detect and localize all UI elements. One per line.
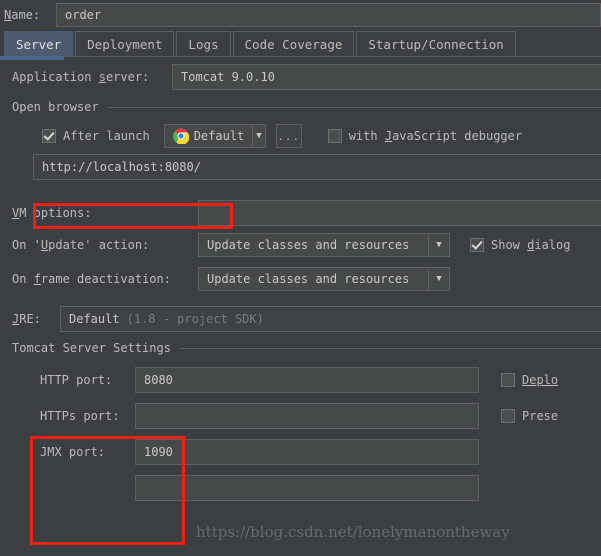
on-frame-deactivation-value: Update classes and resources [207, 272, 410, 286]
name-row: Name: order [0, 0, 601, 30]
on-frame-deactivation-select[interactable]: Update classes and resources ▼ [198, 267, 450, 291]
after-launch-row: After launch Default ▼ ... with JavaScri… [0, 120, 601, 152]
name-label: Name: [4, 8, 41, 22]
tomcat-settings-section: Tomcat Server Settings [0, 334, 601, 362]
jmx-port-input[interactable]: 1090 [135, 439, 479, 465]
tab-bar-divider [64, 56, 601, 57]
tab-active-accent [0, 56, 64, 60]
application-server-row: Application server: Tomcat 9.0.10 [0, 60, 601, 94]
open-browser-section-line [106, 106, 601, 108]
on-frame-deactivation-row: On frame deactivation: Update classes an… [0, 262, 601, 296]
on-update-value: Update classes and resources [207, 238, 410, 252]
chevron-down-icon-on-update[interactable]: ▼ [428, 234, 449, 256]
tab-deployment[interactable]: Deployment [75, 31, 175, 56]
ajp-port-input-partial[interactable] [135, 475, 479, 501]
tab-bar-underline [0, 56, 601, 60]
deploy-checkbox[interactable] [501, 373, 515, 387]
tab-code-coverage-label: Code Coverage [244, 37, 343, 52]
name-input-value: order [65, 8, 102, 22]
chevron-down-icon[interactable]: ▼ [252, 125, 264, 147]
browser-more-button[interactable]: ... [275, 124, 302, 148]
http-port-value: 8080 [144, 373, 173, 387]
http-port-label: HTTP port: [40, 373, 113, 387]
http-port-input[interactable]: 8080 [135, 367, 479, 393]
https-port-input[interactable] [135, 403, 479, 429]
https-port-label: HTTPs port: [40, 409, 120, 423]
on-update-label: On 'Update' action: [12, 238, 150, 252]
tab-bar: Server Deployment Logs Code Coverage Sta… [0, 30, 601, 56]
jre-input[interactable]: Default (1.8 - project SDK) [60, 306, 601, 332]
tab-server[interactable]: Server [4, 31, 74, 56]
browser-select-value-wrap: Default [165, 125, 253, 147]
chrome-icon [172, 128, 189, 145]
tomcat-settings-section-line [178, 347, 601, 349]
chevron-down-icon-on-frame[interactable]: ▼ [428, 268, 449, 290]
preserve-label: Prese [522, 409, 559, 423]
tab-code-coverage[interactable]: Code Coverage [232, 31, 355, 56]
spacer-before-jre [0, 296, 601, 304]
https-port-row: HTTPs port: Prese [0, 398, 601, 434]
show-dialog-label: Show dialog [491, 238, 571, 252]
tab-logs[interactable]: Logs [176, 31, 231, 56]
browser-select[interactable]: Default ▼ [163, 124, 266, 148]
jmx-port-value: 1090 [144, 445, 173, 459]
jmx-port-row: JMX port: 1090 [0, 434, 601, 470]
browser-url-row: http://localhost:8080/ [0, 152, 601, 182]
http-port-row: HTTP port: 8080 Deplo [0, 362, 601, 398]
jre-value: Default [69, 312, 120, 326]
tab-server-label: Server [16, 37, 62, 52]
tomcat-settings-section-title: Tomcat Server Settings [12, 341, 171, 355]
after-launch-label: After launch [63, 129, 150, 143]
tab-deployment-label: Deployment [87, 37, 163, 52]
jre-row: JRE: Default (1.8 - project SDK) [0, 304, 601, 334]
application-server-label: Application server: [12, 70, 150, 84]
ajp-port-row-partial [0, 470, 601, 506]
application-server-input[interactable]: Tomcat 9.0.10 [172, 64, 601, 90]
browser-url-value: http://localhost:8080/ [42, 160, 201, 174]
vm-options-row: VM options: [0, 198, 601, 228]
application-server-value: Tomcat 9.0.10 [181, 70, 275, 84]
tab-logs-label: Logs [188, 37, 219, 52]
js-debugger-label: with JavaScript debugger [348, 129, 523, 143]
spacer-after-url [0, 182, 601, 198]
watermark: https://blog.csdn.net/lonelymanontheway [196, 523, 510, 541]
tab-startup-connection[interactable]: Startup/Connection [356, 31, 516, 56]
on-frame-deactivation-label: On frame deactivation: [12, 272, 171, 286]
vm-options-label: VM options: [12, 206, 92, 220]
show-dialog-checkbox[interactable] [470, 238, 484, 252]
name-input[interactable]: order [56, 3, 601, 27]
open-browser-section: Open browser [0, 94, 601, 120]
jre-label: JRE: [12, 312, 41, 326]
after-launch-checkbox[interactable] [42, 129, 56, 143]
browser-select-value: Default [193, 129, 245, 143]
open-browser-section-title: Open browser [12, 100, 99, 114]
preserve-checkbox[interactable] [501, 409, 515, 423]
deploy-label: Deplo [522, 373, 559, 387]
tab-startup-connection-label: Startup/Connection [368, 37, 504, 52]
browser-url-input[interactable]: http://localhost:8080/ [33, 154, 601, 180]
vm-options-input[interactable] [198, 200, 601, 226]
jmx-port-label: JMX port: [40, 445, 106, 459]
on-update-select[interactable]: Update classes and resources ▼ [198, 233, 450, 257]
js-debugger-checkbox[interactable] [327, 129, 342, 143]
jre-hint: (1.8 - project SDK) [126, 312, 264, 326]
on-update-row: On 'Update' action: Update classes and r… [0, 228, 601, 262]
